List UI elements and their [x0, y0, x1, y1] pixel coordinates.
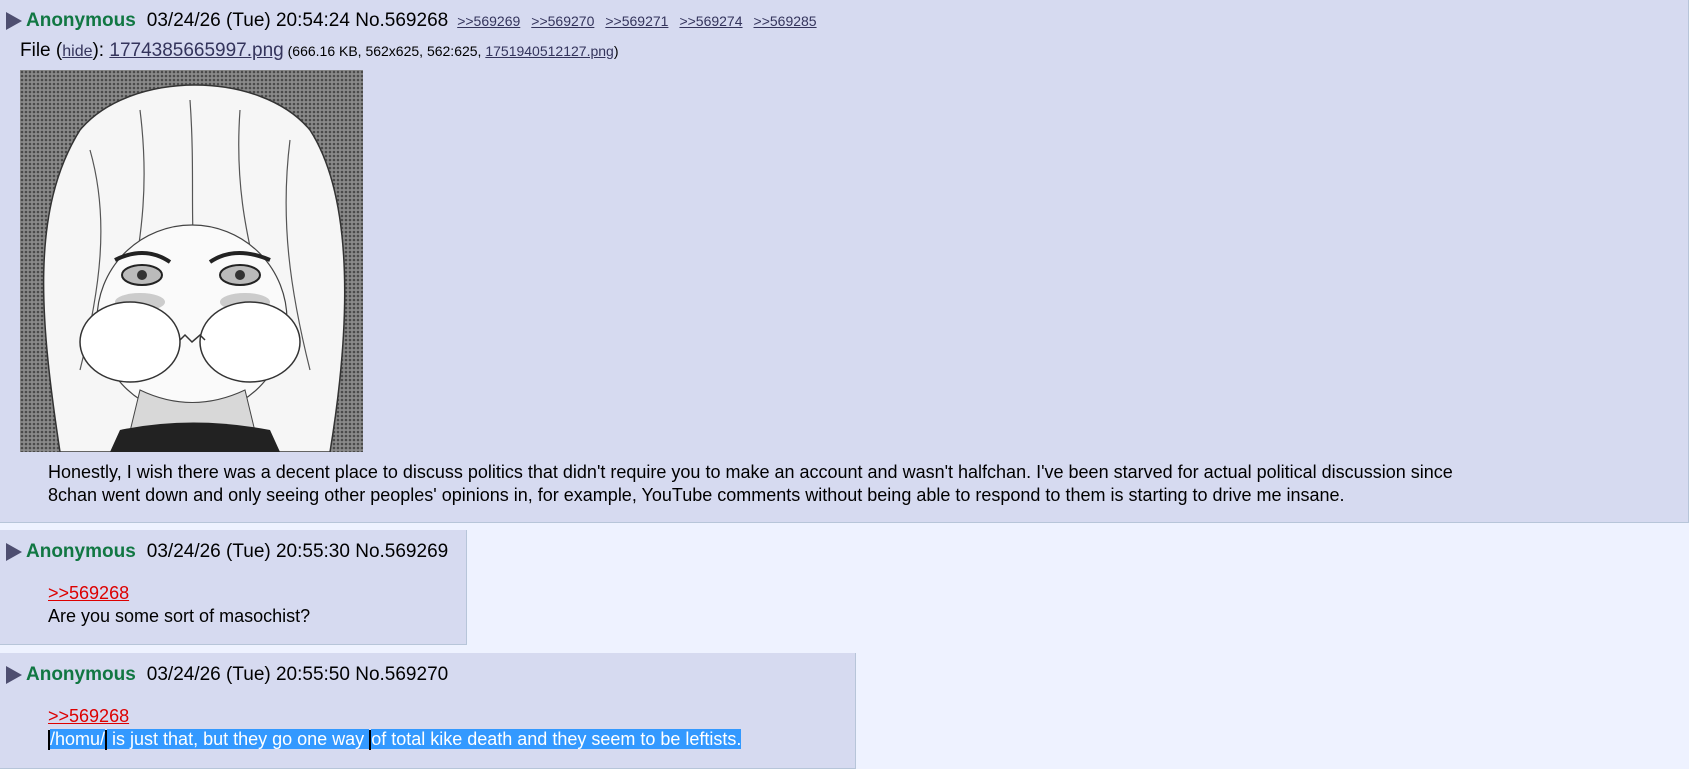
- poster-name: Anonymous: [26, 541, 136, 562]
- backlink-569269[interactable]: >>569269: [457, 13, 520, 29]
- backlink-569271[interactable]: >>569271: [605, 13, 668, 29]
- reply-post: Anonymous 03/24/26 (Tue) 20:55:30 No.569…: [0, 530, 467, 645]
- quote-link[interactable]: >>569268: [48, 583, 129, 603]
- file-info: File (hide): 1774385665997.png (666.16 K…: [20, 40, 618, 62]
- file-sep: ):: [92, 40, 110, 61]
- selected-text: /homu/ is just that, but they go one way…: [48, 728, 742, 751]
- post-body-line: Are you some sort of masochist?: [48, 606, 311, 626]
- backlinks: >>569269 >>569270 >>569271 >>569274 >>56…: [457, 13, 827, 29]
- post-thumbnail-image[interactable]: [20, 70, 363, 452]
- file-meta: (666.16 KB, 562x625, 562:625,: [283, 43, 486, 59]
- poster-name: Anonymous: [26, 10, 136, 31]
- post-menu-arrow-icon[interactable]: [6, 543, 22, 561]
- post-body-line: Honestly, I wish there was a decent plac…: [48, 462, 1453, 482]
- post-body: Honestly, I wish there was a decent plac…: [48, 461, 1453, 507]
- selected-text-part: is just that, but they go one way: [107, 729, 370, 749]
- post-header: Anonymous 03/24/26 (Tue) 20:55:30 No.569…: [6, 541, 448, 563]
- backlink-569274[interactable]: >>569274: [679, 13, 742, 29]
- post-datetime: 03/24/26 (Tue) 20:55:50: [146, 664, 350, 685]
- post-menu-arrow-icon[interactable]: [6, 666, 22, 684]
- poster-name: Anonymous: [26, 664, 136, 685]
- selected-text-part: of total kike death and they seem to be …: [371, 729, 742, 749]
- reply-post: Anonymous 03/24/26 (Tue) 20:55:50 No.569…: [0, 653, 856, 769]
- quote-link[interactable]: >>569268: [48, 706, 129, 726]
- post-datetime: 03/24/26 (Tue) 20:54:24: [146, 10, 350, 31]
- backlink-569270[interactable]: >>569270: [531, 13, 594, 29]
- hide-image-link[interactable]: hide: [62, 43, 92, 60]
- post-menu-arrow-icon[interactable]: [6, 12, 22, 30]
- post-header: Anonymous 03/24/26 (Tue) 20:55:50 No.569…: [6, 664, 448, 686]
- post-body-line: 8chan went down and only seeing other pe…: [48, 485, 1345, 505]
- post-body: >>569268 Are you some sort of masochist?: [48, 582, 310, 628]
- post-datetime: 03/24/26 (Tue) 20:55:30: [146, 541, 350, 562]
- file-label: File (: [20, 40, 63, 61]
- post-number-link[interactable]: No.569268: [355, 10, 448, 32]
- post-number-link[interactable]: No.569269: [355, 541, 448, 563]
- op-post: Anonymous 03/24/26 (Tue) 20:54:24 No.569…: [0, 0, 1689, 523]
- post-header: Anonymous 03/24/26 (Tue) 20:54:24 No.569…: [6, 10, 828, 32]
- original-filename-link[interactable]: 1751940512127.png: [485, 43, 613, 59]
- backlink-569285[interactable]: >>569285: [754, 13, 817, 29]
- filename-link[interactable]: 1774385665997.png: [109, 40, 283, 61]
- post-number-link[interactable]: No.569270: [355, 664, 448, 686]
- selected-text-part: /homu/: [50, 729, 106, 749]
- file-meta-close: ): [613, 43, 619, 59]
- post-body: >>569268 /homu/ is just that, but they g…: [48, 705, 742, 751]
